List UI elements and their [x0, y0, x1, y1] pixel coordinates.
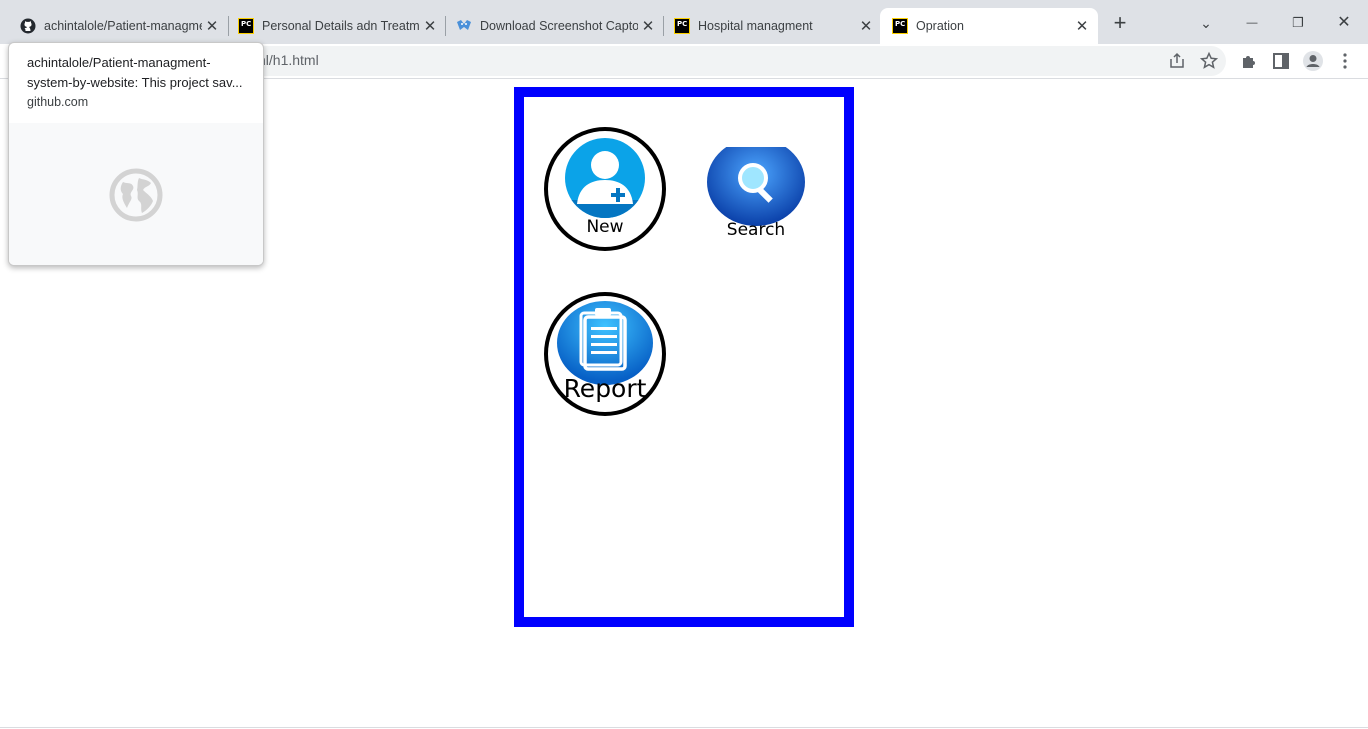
tab-close-icon[interactable]: ✕ [856, 17, 876, 35]
bookmark-star-icon[interactable] [1198, 50, 1220, 72]
search-button[interactable]: Search [696, 137, 816, 243]
profile-avatar-icon[interactable] [1302, 50, 1324, 72]
window-close-icon[interactable]: ✕ [1332, 12, 1356, 36]
hover-card-title: achintalole/Patient-managment-system-by-… [27, 55, 243, 90]
tab-github[interactable]: achintalole/Patient-managment-system-by-… [0, 8, 228, 44]
report-button[interactable]: Report [544, 292, 666, 416]
globe-icon [109, 168, 163, 222]
url-text[interactable]: nl/h1.html [258, 52, 319, 68]
minimize-icon[interactable]: — [1240, 12, 1264, 36]
tab-title: Personal Details adn Treatment [262, 19, 420, 33]
new-label: New [586, 217, 624, 237]
tab-hover-card: achintalole/Patient-managment-system-by-… [8, 42, 264, 266]
pycharm-icon: PC [238, 18, 254, 34]
tab-hospital-managment[interactable]: PC Hospital managment ✕ [654, 8, 882, 44]
tab-screenshot-captor[interactable]: Download Screenshot Captor ✕ [436, 8, 664, 44]
tab-opration[interactable]: PC Opration ✕ [880, 8, 1098, 44]
operations-panel: New Search Report [514, 87, 854, 627]
github-icon [20, 18, 36, 34]
share-icon[interactable] [1166, 50, 1188, 72]
report-label: Report [563, 374, 647, 403]
tab-title: Download Screenshot Captor [480, 19, 638, 33]
hover-card-preview [9, 123, 263, 265]
search-label: Search [726, 220, 786, 240]
tab-title: achintalole/Patient-managment-system-by-… [44, 19, 202, 33]
hover-card-domain: github.com [27, 95, 89, 109]
tab-personal-details[interactable]: PC Personal Details adn Treatment ✕ [218, 8, 446, 44]
tab-close-icon[interactable]: ✕ [1072, 17, 1092, 35]
tab-title: Hospital managment [698, 19, 813, 33]
tab-strip: achintalole/Patient-managment-system-by-… [0, 0, 1368, 44]
extensions-icon[interactable] [1238, 50, 1260, 72]
new-patient-button[interactable]: New [544, 127, 666, 251]
pycharm-icon: PC [892, 18, 908, 34]
captor-icon [457, 20, 471, 30]
new-tab-button[interactable]: + [1108, 12, 1132, 36]
more-menu-icon[interactable] [1334, 50, 1356, 72]
page-bottom-divider [0, 727, 1368, 728]
tab-search-icon[interactable]: ⌄ [1194, 12, 1218, 36]
pycharm-icon: PC [674, 18, 690, 34]
side-panel-icon[interactable] [1270, 50, 1292, 72]
tab-title: Opration [916, 19, 964, 33]
restore-icon[interactable]: ❐ [1286, 12, 1310, 36]
